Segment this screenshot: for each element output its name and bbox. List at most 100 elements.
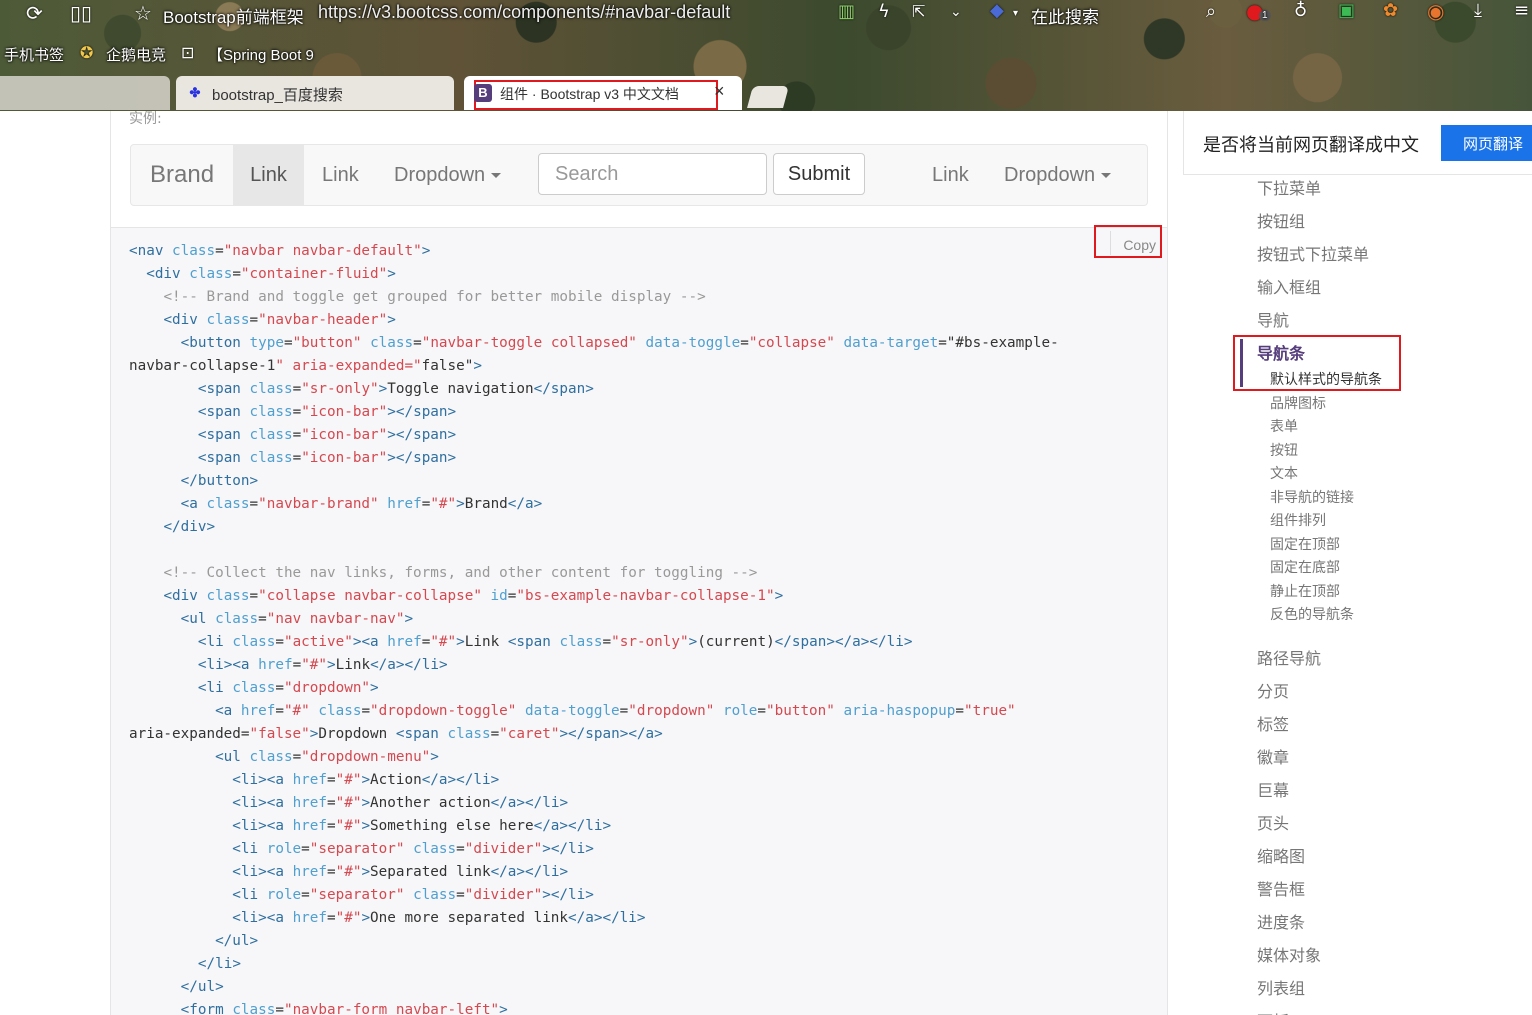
sidebar-subitem[interactable]: 按钮 [1270, 440, 1298, 460]
code-line: navbar-collapse-1" aria-expanded="false"… [129, 358, 482, 374]
sidebar-item[interactable]: 页头 [1257, 810, 1289, 834]
new-tab-button[interactable] [747, 86, 789, 108]
lightning-icon[interactable]: ϟ [878, 1, 890, 23]
sidebar-active-bar [1240, 339, 1243, 387]
tab-bootstrap[interactable]: B 组件 · Bootstrap v3 中文文档 × [464, 76, 742, 110]
navbar-search-input[interactable] [538, 153, 767, 195]
example-label: 实例: [129, 111, 162, 127]
tab-previous[interactable] [0, 76, 170, 110]
code-line: <ul class="dropdown-menu"> [215, 749, 439, 765]
code-line: <li><a href="#">One more separated link<… [232, 910, 646, 926]
code-line: <li role="separator" class="divider"></l… [232, 841, 594, 857]
share-icon[interactable]: ⇱ [912, 1, 925, 23]
penguin-icon: ✪ [80, 43, 94, 62]
code-line: <a href="#" class="dropdown-toggle" data… [215, 703, 1016, 719]
address-url[interactable]: https://v3.bootcss.com/components/#navba… [318, 2, 730, 23]
sidebar-item[interactable]: 徽章 [1257, 744, 1289, 768]
reader-mode-icon[interactable]: ▯▯ [70, 2, 92, 24]
app-store-icon[interactable]: ▣ [1338, 0, 1355, 22]
sidebar-item[interactable]: 面板 [1257, 1008, 1289, 1015]
sidebar-item[interactable]: 列表组 [1257, 975, 1305, 999]
navbar-dropdown-label: Dropdown [394, 164, 486, 186]
code-line: <div class="collapse navbar-collapse" id… [163, 588, 784, 604]
navbar-right-link[interactable]: Link [932, 145, 969, 205]
sidebar-subitem[interactable]: 静止在顶部 [1270, 581, 1340, 601]
sidebar-item[interactable]: 输入框组 [1257, 274, 1321, 298]
code-line: <li><a href="#">Something else here</a><… [232, 818, 612, 834]
sidebar-subitem[interactable]: 品牌图标 [1270, 393, 1326, 413]
navbar-brand[interactable]: Brand [150, 145, 214, 205]
browser-chrome: ⟳ ▯▯ ☆ Bootstrap前端框架 https://v3.bootcss.… [0, 0, 1532, 111]
copy-button[interactable]: Copy [1094, 225, 1162, 258]
navbar-dropdown[interactable]: Dropdown [394, 145, 502, 205]
code-line: <!-- Brand and toggle get grouped for be… [163, 289, 706, 305]
navbar-right-dropdown-label: Dropdown [1004, 164, 1096, 186]
menu-icon[interactable]: ≡ [1514, 0, 1529, 22]
sidebar-item[interactable]: 下拉菜单 [1257, 175, 1321, 199]
code-line: <span class="icon-bar"></span> [197, 404, 457, 420]
bookmark-springboot[interactable]: 【Spring Boot 9 [208, 44, 314, 65]
code-line: <li><a href="#">Separated link</a></li> [232, 864, 569, 880]
sidebar-item[interactable]: 分页 [1257, 678, 1289, 702]
sidebar-subitem[interactable]: 文本 [1270, 463, 1298, 483]
page-title-address: Bootstrap前端框架 [163, 8, 304, 27]
sidebar-item[interactable]: 标签 [1257, 711, 1289, 735]
search-icon[interactable]: ⌕ [1206, 1, 1216, 23]
demo-navbar: Brand Link Link Dropdown Submit Link Dro… [130, 144, 1148, 206]
download-icon[interactable]: ⤓ [1474, 0, 1482, 22]
sidebar-subitem[interactable]: 反色的导航条 [1270, 604, 1354, 624]
bootstrap-logo-icon: B [474, 84, 492, 102]
navbar-link[interactable]: Link [322, 145, 359, 205]
code-line: <li class="active"><a href="#">Link <spa… [197, 634, 913, 650]
navbar-submit-button[interactable]: Submit [773, 153, 865, 195]
tiger-icon[interactable]: ✿ [1383, 0, 1398, 22]
sidebar-item[interactable]: 缩略图 [1257, 843, 1305, 867]
tab-baidu[interactable]: ✤ bootstrap_百度搜索 [176, 76, 454, 110]
code-line: </ul> [180, 979, 224, 995]
translate-button[interactable]: 网页翻译 [1441, 125, 1532, 161]
code-line: <form class="navbar-form navbar-left"> [180, 1002, 508, 1015]
bookmark-esports[interactable]: 企鹅电竞 [106, 44, 166, 65]
code-line: </div> [163, 519, 216, 535]
sidebar-item[interactable]: 进度条 [1257, 909, 1305, 933]
lightbulb-icon[interactable]: ♁ [1294, 0, 1307, 22]
extension-icon[interactable]: ▥ [838, 1, 855, 23]
sidebar-item[interactable]: 媒体对象 [1257, 942, 1321, 966]
bookmark-mobile[interactable]: 手机书签 [4, 44, 64, 65]
code-line: <a class="navbar-brand" href="#">Brand</… [180, 496, 543, 512]
close-icon[interactable]: × [714, 81, 725, 102]
code-line: <li><a href="#">Link</a></li> [197, 657, 448, 673]
search-engine-dropdown-icon[interactable]: ▾ [1013, 3, 1018, 25]
sidebar-item[interactable]: 路径导航 [1257, 645, 1321, 669]
browser-logo-icon[interactable]: ◉ [1427, 0, 1444, 22]
code-line: <span class="sr-only">Toggle navigation<… [197, 381, 594, 397]
tab-label: bootstrap_百度搜索 [212, 87, 343, 104]
sidebar-subitem[interactable]: 固定在底部 [1270, 557, 1340, 577]
chevron-down-icon[interactable]: ⌄ [950, 1, 962, 23]
sidebar-subitem[interactable]: 组件排列 [1270, 510, 1326, 530]
code-line: </button> [180, 473, 259, 489]
sidebar-subitem[interactable]: 固定在顶部 [1270, 534, 1340, 554]
sidebar-subitem[interactable]: 表单 [1270, 416, 1298, 436]
sidebar-item[interactable]: 警告框 [1257, 876, 1305, 900]
bilibili-icon: ⊡ [181, 43, 195, 62]
sidebar-item[interactable]: 按钮式下拉菜单 [1257, 241, 1369, 265]
baidu-paw-icon: ✤ [189, 85, 201, 100]
code-line: <li><a href="#">Action</a></li> [232, 772, 500, 788]
sidebar-item[interactable]: 巨幕 [1257, 777, 1289, 801]
navbar-right-dropdown[interactable]: Dropdown [1004, 145, 1112, 205]
sidebar-item[interactable]: 导航 [1257, 307, 1289, 331]
navbar-link-active[interactable]: Link [233, 145, 304, 205]
sidebar-subitem[interactable]: 非导航的链接 [1270, 487, 1354, 507]
star-icon[interactable]: ☆ [134, 2, 152, 24]
page-content: 实例: Brand Link Link Dropdown Submit Link… [0, 111, 1532, 1015]
sidebar-highlight-box [1233, 335, 1401, 391]
search-box-label[interactable]: 在此搜索 [1031, 3, 1099, 28]
code-line: <ul class="nav navbar-nav"> [180, 611, 414, 627]
copy-button-divider [1110, 231, 1161, 255]
code-line: </li> [197, 956, 241, 972]
sidebar-item[interactable]: 按钮组 [1257, 208, 1305, 232]
code-line: <!-- Collect the nav links, forms, and o… [163, 565, 758, 581]
search-engine-icon[interactable]: ◆ [990, 0, 1004, 22]
refresh-icon[interactable]: ⟳ [26, 2, 43, 24]
